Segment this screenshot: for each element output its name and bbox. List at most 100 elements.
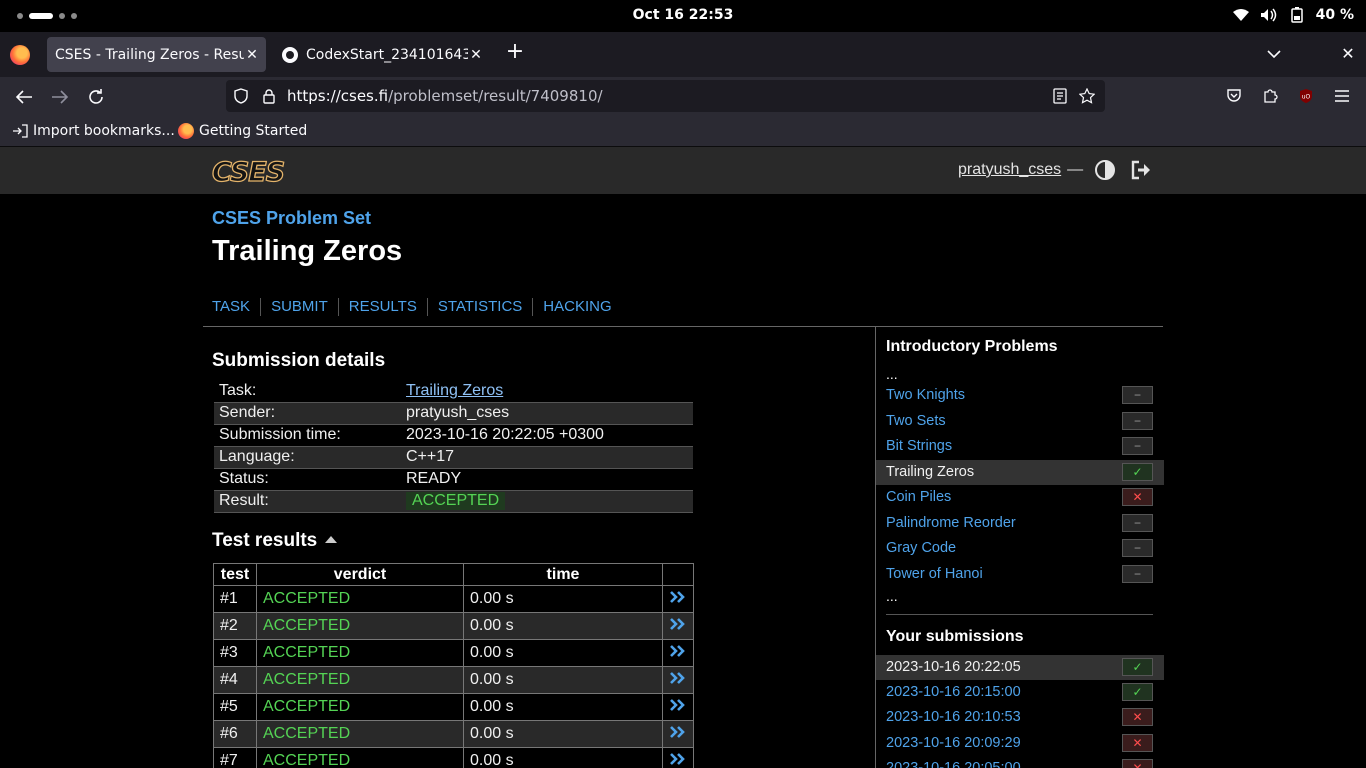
sidebar-problem-label[interactable]: Tower of Hanoi (886, 566, 983, 582)
tab-github[interactable]: CodexStart_2341016438/ ✕ (274, 37, 490, 72)
new-tab-button[interactable]: + (504, 41, 526, 64)
detail-value: READY (406, 470, 462, 487)
double-chevron-right-icon[interactable] (669, 617, 687, 631)
bookmark-star-icon[interactable] (1079, 88, 1095, 104)
url-text[interactable]: https://cses.fi/problemset/result/740981… (287, 87, 603, 105)
sidebar-problem-label[interactable]: Two Knights (886, 387, 965, 403)
pocket-button[interactable] (1225, 87, 1243, 105)
nav-hacking[interactable]: HACKING (532, 298, 621, 316)
lock-icon[interactable] (261, 88, 277, 104)
sidebar-problem-label[interactable]: Two Sets (886, 413, 946, 429)
test-details-link[interactable] (662, 639, 694, 667)
extensions-button[interactable] (1261, 87, 1279, 105)
username-link[interactable]: pratyush_cses (958, 161, 1061, 179)
system-tray[interactable]: 40 % (1232, 6, 1354, 24)
test-time: 0.00 s (463, 666, 663, 694)
double-chevron-right-icon[interactable] (669, 698, 687, 712)
detail-key: Status: (219, 470, 269, 487)
sidebar-submission-label[interactable]: 2023-10-16 20:05:00 (886, 760, 1021, 768)
ublock-button[interactable]: uO (1297, 87, 1315, 105)
status-fail-icon: ✕ (1122, 733, 1153, 752)
test-time: 0.00 s (463, 612, 663, 640)
sidebar-problem-label[interactable]: Coin Piles (886, 489, 951, 505)
back-button[interactable] (12, 85, 36, 109)
test-verdict: ACCEPTED (256, 666, 464, 694)
test-details-link[interactable] (662, 747, 694, 768)
sidebar-problem-label[interactable]: Gray Code (886, 540, 956, 556)
firefox-icon[interactable] (10, 45, 30, 65)
logout-icon[interactable] (1130, 160, 1152, 180)
sidebar-submission-label[interactable]: 2023-10-16 20:15:00 (886, 684, 1021, 700)
test-time: 0.00 s (463, 747, 663, 768)
clock[interactable]: Oct 16 22:53 (0, 7, 1366, 23)
list-all-tabs-button[interactable] (1264, 44, 1284, 64)
sidebar-submission[interactable]: 2023-10-16 20:15:00 ✓ (876, 680, 1164, 705)
close-tab-icon[interactable]: ✕ (244, 47, 260, 63)
cses-logo[interactable]: CSES (211, 156, 286, 188)
forward-button[interactable] (48, 85, 72, 109)
reload-button[interactable] (84, 85, 108, 109)
sidebar-submission[interactable]: 2023-10-16 20:10:53 ✕ (876, 705, 1164, 730)
sidebar-submission-label[interactable]: 2023-10-16 20:22:05 (886, 659, 1021, 675)
double-chevron-right-icon[interactable] (669, 725, 687, 739)
double-chevron-right-icon[interactable] (669, 671, 687, 685)
sidebar-problem[interactable]: Bit Strings − (876, 434, 1164, 459)
window-close-button[interactable]: ✕ (1338, 44, 1358, 64)
close-tab-icon[interactable]: ✕ (468, 47, 484, 63)
url-bar[interactable]: https://cses.fi/problemset/result/740981… (226, 80, 1105, 112)
collapse-arrow-icon[interactable] (325, 536, 338, 543)
test-details-link[interactable] (662, 585, 694, 613)
test-number: #2 (213, 612, 257, 640)
sidebar-submission-label[interactable]: 2023-10-16 20:10:53 (886, 709, 1021, 725)
puzzle-icon (1264, 89, 1278, 103)
test-results-title[interactable]: Test results (212, 530, 338, 552)
sidebar-problem[interactable]: Coin Piles ✕ (876, 485, 1164, 510)
test-number: #1 (213, 585, 257, 613)
bookmark-getting-started[interactable]: Getting Started (178, 123, 307, 139)
app-menu-button[interactable] (1333, 87, 1351, 105)
tab-cses-result[interactable]: CSES - Trailing Zeros - Result ✕ (47, 37, 266, 72)
sidebar: Introductory Problems ... Two Knights − Tw… (875, 326, 1164, 768)
nav-results[interactable]: RESULTS (337, 298, 427, 316)
task-nav: TASK SUBMIT RESULTS STATISTICS HACKING (212, 298, 622, 316)
sidebar-problem-label[interactable]: Bit Strings (886, 438, 952, 454)
bookmarks-toolbar: Import bookmarks... Getting Started (0, 116, 1366, 147)
detail-row: Task: Trailing Zeros (214, 380, 693, 402)
detail-row: Status: READY (214, 468, 693, 490)
import-icon (13, 124, 28, 138)
sidebar-problem[interactable]: Tower of Hanoi − (876, 562, 1164, 587)
double-chevron-right-icon[interactable] (669, 752, 687, 766)
sidebar-problem-label[interactable]: Palindrome Reorder (886, 515, 1016, 531)
theme-toggle-icon[interactable] (1095, 160, 1116, 180)
detail-key: Result: (214, 489, 401, 513)
sidebar-problem-label[interactable]: Trailing Zeros (886, 464, 974, 480)
nav-statistics[interactable]: STATISTICS (426, 298, 532, 316)
battery-percent: 40 % (1315, 7, 1354, 23)
double-chevron-right-icon[interactable] (669, 644, 687, 658)
reader-view-icon[interactable] (1052, 88, 1068, 104)
test-details-link[interactable] (662, 666, 694, 694)
test-results-table: test verdict time #1 ACCEPTED 0.00 s #2 ACCE… (213, 563, 694, 768)
sidebar-submission[interactable]: 2023-10-16 20:09:29 ✕ (876, 731, 1164, 756)
sidebar-problem[interactable]: Gray Code − (876, 536, 1164, 561)
navigation-toolbar: https://cses.fi/problemset/result/740981… (0, 77, 1366, 116)
sidebar-problem[interactable]: Two Sets − (876, 409, 1164, 434)
sidebar-problem[interactable]: Trailing Zeros ✓ (876, 459, 1164, 485)
test-details-link[interactable] (662, 612, 694, 640)
sidebar-problem[interactable]: Palindrome Reorder − (876, 511, 1164, 536)
nav-task[interactable]: TASK (212, 298, 260, 316)
sidebar-submission[interactable]: 2023-10-16 20:22:05 ✓ (876, 655, 1164, 680)
test-row: #7 ACCEPTED 0.00 s (213, 747, 694, 768)
test-details-link[interactable] (662, 693, 694, 721)
sidebar-submission-label[interactable]: 2023-10-16 20:09:29 (886, 735, 1021, 751)
detail-value: Trailing Zeros (401, 380, 693, 402)
nav-submit[interactable]: SUBMIT (260, 298, 338, 316)
test-details-link[interactable] (662, 720, 694, 748)
double-chevron-right-icon[interactable] (669, 590, 687, 604)
tracking-protection-icon[interactable] (233, 88, 249, 104)
bookmark-import[interactable]: Import bookmarks... (12, 123, 175, 139)
task-link[interactable]: Trailing Zeros (406, 382, 503, 399)
sidebar-problem[interactable]: Two Knights − (876, 383, 1164, 408)
sidebar-submission[interactable]: 2023-10-16 20:05:00 ✕ (876, 756, 1164, 768)
breadcrumb[interactable]: CSES Problem Set (212, 208, 371, 229)
